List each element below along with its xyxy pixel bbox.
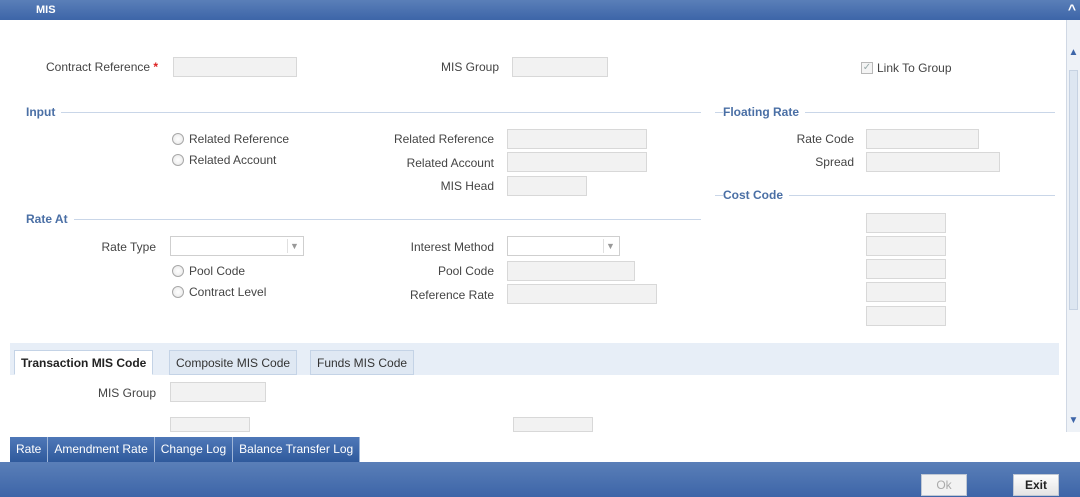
tab-transaction-mis-code[interactable]: Transaction MIS Code xyxy=(14,350,154,375)
floating-rate-title: Floating Rate xyxy=(723,105,806,119)
related-reference-radio[interactable] xyxy=(172,133,184,145)
contract-reference-label: Contract Reference * xyxy=(46,60,158,74)
footer-bar: Ok Exit xyxy=(0,462,1080,497)
section-divider xyxy=(26,219,701,220)
vertical-scrollbar[interactable]: ▲ ▼ xyxy=(1066,20,1080,432)
mis-head-input[interactable] xyxy=(507,176,587,196)
rate-at-title: Rate At xyxy=(26,212,74,226)
close-icon[interactable]: ^ xyxy=(1068,1,1076,17)
related-account-radio-label: Related Account xyxy=(189,153,277,167)
interest-method-select[interactable]: ▼ xyxy=(507,236,620,256)
mis-code-field-2[interactable] xyxy=(513,417,593,432)
contract-reference-label-text: Contract Reference xyxy=(46,60,151,74)
required-marker: * xyxy=(153,60,159,74)
chevron-down-icon: ▼ xyxy=(287,239,301,253)
ok-button[interactable]: Ok xyxy=(921,474,967,496)
pool-code-radio-label: Pool Code xyxy=(189,264,246,278)
contract-level-radio[interactable] xyxy=(172,286,184,298)
related-account-radio[interactable] xyxy=(172,154,184,166)
chevron-down-icon: ▼ xyxy=(603,239,617,253)
cost-code-field-4[interactable] xyxy=(866,282,946,302)
chevron-down-icon[interactable]: ▼ xyxy=(1067,414,1080,428)
tab-funds-mis-code[interactable]: Funds MIS Code xyxy=(310,350,415,375)
input-section-title: Input xyxy=(26,105,62,119)
exit-button[interactable]: Exit xyxy=(1013,474,1059,496)
related-reference-radio-label: Related Reference xyxy=(189,132,290,146)
spread-label: Spread xyxy=(815,155,854,169)
mis-code-tabs: Transaction MIS Code Composite MIS Code … xyxy=(10,343,1059,375)
cost-code-field-3[interactable] xyxy=(866,259,946,279)
amendment-rate-button[interactable]: Amendment Rate xyxy=(48,437,155,462)
cost-code-title: Cost Code xyxy=(723,188,789,202)
interest-method-label: Interest Method xyxy=(410,240,494,254)
section-divider xyxy=(26,112,701,113)
cost-code-field-5[interactable] xyxy=(866,306,946,326)
balance-transfer-log-button[interactable]: Balance Transfer Log xyxy=(233,437,361,462)
rate-type-select[interactable]: ▼ xyxy=(170,236,304,256)
floating-rate-section-header: Floating Rate xyxy=(715,105,1055,119)
transaction-mis-group-input[interactable] xyxy=(170,382,266,402)
pool-code-input[interactable] xyxy=(507,261,635,281)
related-account-input[interactable] xyxy=(507,152,647,172)
window-title: MIS xyxy=(36,4,56,16)
spread-input[interactable] xyxy=(866,152,1000,172)
contract-reference-input[interactable] xyxy=(173,57,297,77)
link-to-group-checkbox[interactable]: ✓ xyxy=(861,62,873,74)
link-to-group-label: Link To Group xyxy=(877,61,952,75)
mis-group-label: MIS Group xyxy=(441,60,500,74)
mis-head-label: MIS Head xyxy=(440,179,494,193)
transaction-mis-group-label: MIS Group xyxy=(97,386,156,400)
window-titlebar: MIS ^ xyxy=(0,0,1080,20)
related-reference-input[interactable] xyxy=(507,129,647,149)
rate-type-label: Rate Type xyxy=(101,240,156,254)
cost-code-section-header: Cost Code xyxy=(715,188,1055,202)
tab-composite-mis-code[interactable]: Composite MIS Code xyxy=(169,350,298,375)
rate-at-section-header: Rate At xyxy=(26,212,701,226)
pool-code-radio[interactable] xyxy=(172,265,184,277)
contract-level-radio-label: Contract Level xyxy=(189,285,267,299)
rate-code-label: Rate Code xyxy=(796,132,854,146)
chevron-up-icon[interactable]: ▲ xyxy=(1067,46,1080,60)
scrollbar-thumb[interactable] xyxy=(1069,70,1078,310)
pool-code-label: Pool Code xyxy=(437,264,494,278)
input-section-header: Input xyxy=(26,105,701,119)
mis-group-input[interactable] xyxy=(512,57,608,77)
change-log-button[interactable]: Change Log xyxy=(154,437,234,462)
bottom-toolbar: Rate Amendment Rate Change Log Balance T… xyxy=(10,437,361,462)
reference-rate-input[interactable] xyxy=(507,284,657,304)
rate-code-input[interactable] xyxy=(866,129,979,149)
cost-code-field-2[interactable] xyxy=(866,236,946,256)
related-account-label: Related Account xyxy=(406,156,494,170)
rate-button[interactable]: Rate xyxy=(10,437,49,462)
cost-code-field-1[interactable] xyxy=(866,213,946,233)
related-reference-label: Related Reference xyxy=(393,132,494,146)
reference-rate-label: Reference Rate xyxy=(409,288,494,302)
mis-code-field-1[interactable] xyxy=(170,417,250,432)
